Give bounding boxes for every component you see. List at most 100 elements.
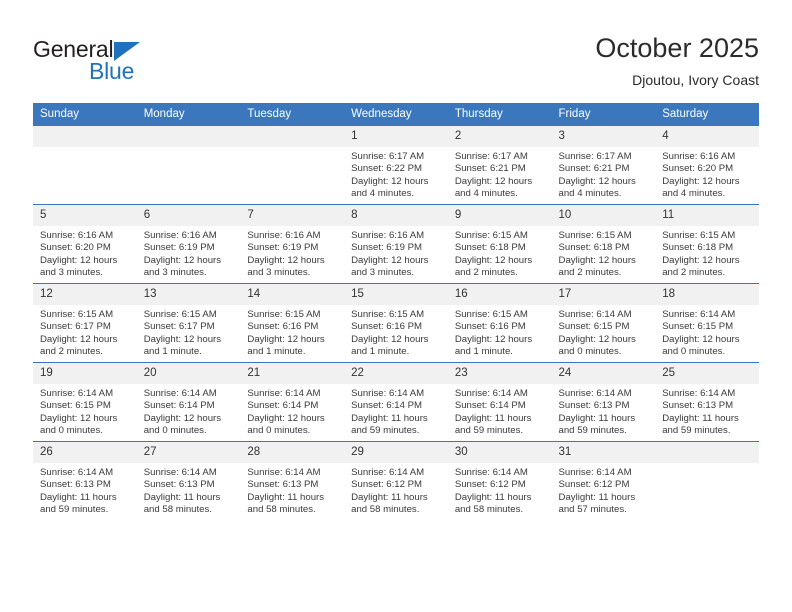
calendar-day-cell[interactable]: 3 Sunrise: 6:17 AM Sunset: 6:21 PM Daylight… — [551, 125, 656, 205]
sunset-text: Sunset: 6:13 PM — [558, 400, 630, 412]
calendar-day-cell[interactable]: 6 Sunrise: 6:16 AM Sunset: 6:19 PM Daylight… — [136, 204, 241, 284]
calendar-day-cell[interactable]: 22 Sunrise: 6:14 AM Sunset: 6:14 PM Dayligh… — [344, 362, 448, 442]
daylight-text: Daylight: 11 hours and 58 minutes. — [454, 491, 532, 516]
daylight-text: Daylight: 12 hours and 0 minutes. — [247, 412, 325, 437]
sunrise-text: Sunrise: 6:15 AM — [558, 230, 632, 241]
day-details: Sunrise: 6:14 AM Sunset: 6:15 PM Daylight:… — [655, 305, 759, 359]
calendar-day-cell[interactable]: 10 Sunrise: 6:15 AM Sunset: 6:18 PM Dayligh… — [551, 204, 656, 284]
daylight-text: Daylight: 12 hours and 2 minutes. — [454, 254, 533, 279]
page-title: October 2025 — [595, 33, 759, 63]
calendar-day-cell[interactable]: 30 Sunrise: 6:14 AM Sunset: 6:12 PM Dayligh… — [447, 441, 552, 520]
calendar-day-cell[interactable]: 5 Sunrise: 6:16 AM Sunset: 6:20 PM Daylight… — [33, 204, 137, 284]
day-details: Sunrise: 6:14 AM Sunset: 6:14 PM Daylight:… — [137, 384, 241, 438]
day-number: 13 — [136, 284, 241, 305]
sunset-text: Sunset: 6:19 PM — [247, 242, 319, 254]
calendar-day-cell-empty — [655, 441, 759, 520]
calendar-day-cell[interactable]: 9 Sunrise: 6:15 AM Sunset: 6:18 PM Daylight… — [447, 204, 552, 284]
title-block: October 2025 Djoutou, Ivory Coast — [595, 32, 759, 90]
sunset-text: Sunset: 6:13 PM — [662, 400, 734, 412]
calendar-day-cell[interactable]: 16 Sunrise: 6:15 AM Sunset: 6:16 PM Dayligh… — [447, 283, 552, 363]
day-details: Sunrise: 6:14 AM Sunset: 6:13 PM Daylight:… — [240, 463, 344, 517]
day-details: Sunrise: 6:17 AM Sunset: 6:21 PM Daylight:… — [448, 147, 552, 201]
day-details: Sunrise: 6:14 AM Sunset: 6:12 PM Daylight:… — [344, 463, 448, 517]
weekday-header-thursday: Thursday — [447, 103, 552, 126]
daylight-text: Daylight: 12 hours and 0 minutes. — [558, 333, 636, 358]
weekday-header-saturday: Saturday — [655, 103, 759, 126]
day-details: Sunrise: 6:15 AM Sunset: 6:18 PM Daylight:… — [552, 226, 656, 280]
calendar-day-cell[interactable]: 17 Sunrise: 6:14 AM Sunset: 6:15 PM Dayligh… — [551, 283, 656, 363]
sunrise-text: Sunrise: 6:17 AM — [351, 151, 425, 162]
sunrise-text: Sunrise: 6:14 AM — [558, 467, 632, 478]
calendar-day-cell[interactable]: 12 Sunrise: 6:15 AM Sunset: 6:17 PM Dayligh… — [33, 283, 137, 363]
daylight-text: Daylight: 12 hours and 0 minutes. — [40, 412, 118, 437]
calendar-day-cell[interactable]: 11 Sunrise: 6:15 AM Sunset: 6:18 PM Dayligh… — [655, 204, 759, 284]
calendar-day-cell[interactable]: 21 Sunrise: 6:14 AM Sunset: 6:14 PM Dayligh… — [240, 362, 345, 442]
sunrise-text: Sunrise: 6:15 AM — [454, 309, 528, 320]
day-details: Sunrise: 6:15 AM Sunset: 6:16 PM Daylight:… — [344, 305, 448, 359]
day-details: Sunrise: 6:16 AM Sunset: 6:19 PM Daylight:… — [240, 226, 344, 280]
calendar-day-cell[interactable]: 31 Sunrise: 6:14 AM Sunset: 6:12 PM Dayligh… — [551, 441, 656, 520]
day-number — [655, 442, 759, 463]
day-number: 28 — [240, 442, 345, 463]
daylight-text: Daylight: 12 hours and 3 minutes. — [351, 254, 429, 279]
daylight-text: Daylight: 11 hours and 57 minutes. — [558, 491, 636, 516]
logo-text-blue: Blue — [89, 58, 135, 84]
calendar-body: 1 Sunrise: 6:17 AM Sunset: 6:22 PM Daylight… — [33, 125, 759, 520]
calendar-day-cell[interactable]: 27 Sunrise: 6:14 AM Sunset: 6:13 PM Dayligh… — [136, 441, 241, 520]
calendar-day-cell[interactable]: 8 Sunrise: 6:16 AM Sunset: 6:19 PM Daylight… — [344, 204, 448, 284]
calendar-week-row: 5 Sunrise: 6:16 AM Sunset: 6:20 PM Daylight… — [33, 204, 759, 284]
calendar-day-cell[interactable]: 15 Sunrise: 6:15 AM Sunset: 6:16 PM Dayligh… — [344, 283, 448, 363]
calendar-day-cell[interactable]: 7 Sunrise: 6:16 AM Sunset: 6:19 PM Daylight… — [240, 204, 345, 284]
day-number: 9 — [447, 205, 552, 226]
calendar-day-cell[interactable]: 24 Sunrise: 6:14 AM Sunset: 6:13 PM Dayligh… — [551, 362, 656, 442]
sunrise-text: Sunrise: 6:14 AM — [40, 388, 114, 399]
calendar-day-cell[interactable]: 20 Sunrise: 6:14 AM Sunset: 6:14 PM Dayligh… — [136, 362, 241, 442]
calendar-day-cell[interactable]: 1 Sunrise: 6:17 AM Sunset: 6:22 PM Daylight… — [344, 125, 448, 205]
daylight-text: Daylight: 12 hours and 3 minutes. — [40, 254, 118, 279]
day-details: Sunrise: 6:16 AM Sunset: 6:19 PM Daylight:… — [137, 226, 241, 280]
day-details: Sunrise: 6:14 AM Sunset: 6:12 PM Daylight:… — [552, 463, 656, 517]
daylight-text: Daylight: 12 hours and 3 minutes. — [143, 254, 222, 279]
calendar-day-cell[interactable]: 18 Sunrise: 6:14 AM Sunset: 6:15 PM Dayligh… — [655, 283, 759, 363]
calendar-day-cell[interactable]: 4 Sunrise: 6:16 AM Sunset: 6:20 PM Daylight… — [655, 125, 759, 205]
day-details: Sunrise: 6:14 AM Sunset: 6:15 PM Daylight:… — [33, 384, 137, 438]
day-details: Sunrise: 6:14 AM Sunset: 6:14 PM Daylight:… — [448, 384, 552, 438]
day-number: 27 — [136, 442, 241, 463]
calendar-week-row: 19 Sunrise: 6:14 AM Sunset: 6:15 PM Dayligh… — [33, 362, 759, 442]
daylight-text: Daylight: 12 hours and 4 minutes. — [558, 175, 636, 200]
sunrise-text: Sunrise: 6:14 AM — [662, 309, 736, 320]
day-number: 4 — [655, 126, 759, 147]
daylight-text: Daylight: 11 hours and 59 minutes. — [454, 412, 532, 437]
day-number: 15 — [344, 284, 448, 305]
sunrise-text: Sunrise: 6:15 AM — [40, 309, 114, 320]
calendar-week-row: 1 Sunrise: 6:17 AM Sunset: 6:22 PM Daylight… — [33, 125, 759, 205]
day-details: Sunrise: 6:14 AM Sunset: 6:14 PM Daylight:… — [344, 384, 448, 438]
calendar-table: Sunday Monday Tuesday Wednesday Thursday Frid… — [33, 103, 759, 520]
calendar-day-cell[interactable]: 28 Sunrise: 6:14 AM Sunset: 6:13 PM Dayligh… — [240, 441, 345, 520]
calendar-day-cell[interactable]: 2 Sunrise: 6:17 AM Sunset: 6:21 PM Daylight… — [447, 125, 552, 205]
day-number — [136, 126, 241, 147]
sunrise-text: Sunrise: 6:16 AM — [143, 230, 217, 241]
calendar-day-cell[interactable]: 13 Sunrise: 6:15 AM Sunset: 6:17 PM Dayligh… — [136, 283, 241, 363]
sunrise-text: Sunrise: 6:14 AM — [558, 309, 632, 320]
day-number: 1 — [344, 126, 448, 147]
calendar-day-cell[interactable]: 26 Sunrise: 6:14 AM Sunset: 6:13 PM Dayligh… — [33, 441, 137, 520]
daylight-text: Daylight: 11 hours and 59 minutes. — [40, 491, 117, 516]
calendar-day-cell[interactable]: 19 Sunrise: 6:14 AM Sunset: 6:15 PM Dayligh… — [33, 362, 137, 442]
calendar-day-cell[interactable]: 23 Sunrise: 6:14 AM Sunset: 6:14 PM Dayligh… — [447, 362, 552, 442]
calendar-day-cell[interactable]: 29 Sunrise: 6:14 AM Sunset: 6:12 PM Dayligh… — [344, 441, 448, 520]
sunset-text: Sunset: 6:19 PM — [143, 242, 215, 254]
day-details: Sunrise: 6:14 AM Sunset: 6:13 PM Daylight:… — [552, 384, 656, 438]
day-details: Sunrise: 6:15 AM Sunset: 6:16 PM Daylight:… — [448, 305, 552, 359]
daylight-text: Daylight: 12 hours and 4 minutes. — [351, 175, 429, 200]
day-details: Sunrise: 6:17 AM Sunset: 6:21 PM Daylight:… — [552, 147, 656, 201]
day-number: 16 — [447, 284, 552, 305]
weekday-header-sunday: Sunday — [33, 103, 137, 126]
calendar-day-cell[interactable]: 14 Sunrise: 6:15 AM Sunset: 6:16 PM Dayligh… — [240, 283, 345, 363]
calendar-day-cell[interactable]: 25 Sunrise: 6:14 AM Sunset: 6:13 PM Dayligh… — [655, 362, 759, 442]
sunrise-text: Sunrise: 6:15 AM — [143, 309, 217, 320]
day-details: Sunrise: 6:16 AM Sunset: 6:20 PM Daylight:… — [655, 147, 759, 201]
weekday-header-friday: Friday — [551, 103, 656, 126]
day-details: Sunrise: 6:15 AM Sunset: 6:18 PM Daylight:… — [448, 226, 552, 280]
day-number: 7 — [240, 205, 345, 226]
